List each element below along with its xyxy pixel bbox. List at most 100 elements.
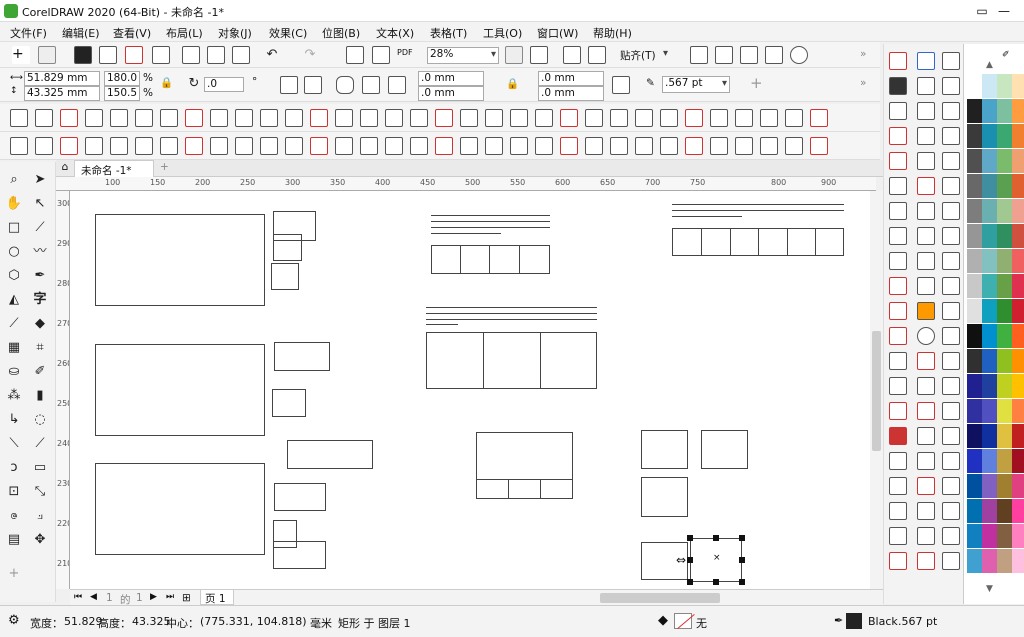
close-doc-icon[interactable] <box>152 46 170 64</box>
ellipse-tool-icon[interactable]: ○ <box>4 242 24 262</box>
toolbar-icon[interactable] <box>510 109 528 127</box>
dock-icon[interactable] <box>942 127 960 145</box>
artistic-media-icon[interactable]: ✒ <box>30 266 50 286</box>
color-swatch[interactable] <box>997 124 1012 148</box>
dock-icon[interactable] <box>889 77 907 95</box>
line-shape[interactable] <box>426 313 597 314</box>
dock-icon[interactable] <box>942 77 960 95</box>
color-swatch[interactable] <box>982 274 997 298</box>
dock-icon[interactable] <box>917 502 935 520</box>
zoom-level-select[interactable]: 28% <box>427 47 499 64</box>
toolbar-overflow-icon[interactable]: » <box>860 48 866 60</box>
graph-paper-icon[interactable]: ▤ <box>4 530 24 550</box>
table-cell[interactable] <box>758 228 788 256</box>
import-icon[interactable] <box>346 46 364 64</box>
toolbar-icon[interactable] <box>385 109 403 127</box>
toolbar-icon[interactable] <box>285 137 303 155</box>
horizontal-scroll-thumb[interactable] <box>600 593 720 603</box>
selection-handle[interactable] <box>739 535 745 541</box>
rectangle-tool-icon[interactable]: □ <box>4 218 24 238</box>
toolbar-icon[interactable] <box>360 109 378 127</box>
full-screen-icon[interactable] <box>505 46 523 64</box>
dock-icon[interactable] <box>942 52 960 70</box>
color-swatch[interactable] <box>967 374 982 398</box>
dock-icon[interactable] <box>889 202 907 220</box>
color-swatch[interactable] <box>967 149 982 173</box>
dock-icon[interactable] <box>917 102 935 120</box>
color-swatch[interactable] <box>967 74 982 98</box>
color-swatch[interactable] <box>997 224 1012 248</box>
dock-icon[interactable] <box>889 177 907 195</box>
crop-tool-icon[interactable]: ⟋ <box>30 218 50 238</box>
color-swatch[interactable] <box>982 399 997 423</box>
palette-scroll-up-icon[interactable]: ▲ <box>986 60 993 70</box>
toolbar-icon[interactable] <box>810 109 828 127</box>
table-cell[interactable] <box>476 479 509 499</box>
color-swatch[interactable] <box>997 499 1012 523</box>
dock-icon[interactable] <box>942 302 960 320</box>
palette-eyedropper-icon[interactable]: ✐ <box>1002 50 1010 60</box>
toolbar-icon[interactable] <box>810 137 828 155</box>
corner-radius-2[interactable]: .0 mm <box>418 86 484 101</box>
toolbar-icon[interactable] <box>335 109 353 127</box>
scalloped-corner-icon[interactable] <box>362 76 380 94</box>
mesh-fill-icon[interactable]: ▮ <box>30 386 50 406</box>
corner-radius-3[interactable]: .0 mm <box>538 71 604 86</box>
snap-to-dropdown[interactable]: 贴齐(T) <box>620 48 670 63</box>
no-fill-swatch[interactable] <box>674 613 695 629</box>
line-shape[interactable] <box>672 204 844 205</box>
rectangle-shape[interactable] <box>641 430 688 469</box>
line-tool-icon[interactable]: ⟍ <box>4 434 24 454</box>
lock-ratio-icon[interactable]: 🔒 <box>160 76 173 89</box>
toolbar-icon[interactable] <box>785 137 803 155</box>
round-corner-icon[interactable] <box>336 76 354 94</box>
dock-icon[interactable] <box>889 527 907 545</box>
smart-drawing-icon[interactable]: ဇ <box>4 506 24 526</box>
color-swatch[interactable] <box>982 299 997 323</box>
table-cell[interactable] <box>519 245 550 274</box>
toolbar-icon[interactable] <box>610 109 628 127</box>
color-swatch[interactable] <box>997 374 1012 398</box>
table-cell[interactable] <box>815 228 844 256</box>
color-swatch[interactable] <box>967 299 982 323</box>
new-icon[interactable]: + <box>12 46 30 64</box>
color-swatch[interactable] <box>997 299 1012 323</box>
color-swatch[interactable] <box>997 349 1012 373</box>
toolbar-icon[interactable] <box>435 109 453 127</box>
toolbar-icon[interactable] <box>285 109 303 127</box>
dock-icon[interactable] <box>942 202 960 220</box>
dock-icon[interactable] <box>917 402 935 420</box>
color-swatch[interactable] <box>967 199 982 223</box>
rectangle-shape[interactable] <box>476 432 573 480</box>
color-swatch[interactable] <box>982 424 997 448</box>
dock-icon[interactable] <box>917 77 935 95</box>
line-shape[interactable] <box>672 210 844 211</box>
menu-tools[interactable]: 工具(O) <box>483 25 522 41</box>
color-swatch[interactable] <box>997 399 1012 423</box>
color-swatch[interactable] <box>997 249 1012 273</box>
toolbar-icon[interactable] <box>485 109 503 127</box>
color-swatch[interactable] <box>982 449 997 473</box>
menu-bitmaps[interactable]: 位图(B) <box>322 25 360 41</box>
color-swatch[interactable] <box>967 249 982 273</box>
corner-radius-1[interactable]: .0 mm <box>418 71 484 86</box>
interactive-fill-icon[interactable]: ⁂ <box>4 386 24 406</box>
color-swatch[interactable] <box>982 549 997 573</box>
toolbar-icon[interactable] <box>760 137 778 155</box>
selection-handle[interactable] <box>739 579 745 585</box>
color-swatch[interactable] <box>1012 449 1024 473</box>
envelope-icon[interactable]: ✥ <box>30 530 50 550</box>
selection-handle[interactable] <box>713 535 719 541</box>
toolbar-icon[interactable] <box>160 137 178 155</box>
color-swatch[interactable] <box>1012 74 1024 98</box>
toolbar-icon[interactable] <box>335 137 353 155</box>
dock-icon[interactable] <box>942 102 960 120</box>
rectangle-shape[interactable] <box>95 214 265 306</box>
y-size-input[interactable]: 43.325 mm <box>24 86 100 101</box>
toolbar-icon[interactable] <box>260 137 278 155</box>
dock-icon[interactable] <box>942 502 960 520</box>
dock-icon[interactable] <box>889 327 907 345</box>
add-icon[interactable]: + <box>750 74 763 92</box>
table-tool-icon[interactable]: ▦ <box>4 338 24 358</box>
toolbar-icon[interactable] <box>235 109 253 127</box>
